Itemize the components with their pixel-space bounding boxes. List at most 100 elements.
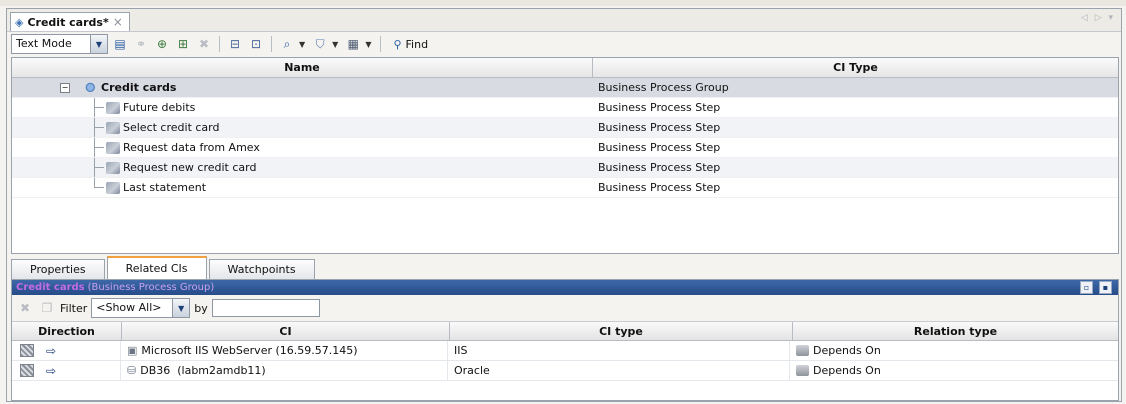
tree-connector xyxy=(94,127,104,128)
tab-related-cis[interactable]: Related CIs xyxy=(106,256,207,279)
tree-row[interactable]: Future debits Business Process Step xyxy=(12,98,1118,118)
tree-row[interactable]: Request data from Amex Business Process … xyxy=(12,138,1118,158)
editor-tab-credit-cards[interactable]: ◈ Credit cards* × xyxy=(10,12,130,31)
column-header-ci-type[interactable]: CI Type xyxy=(593,58,1118,77)
direction-node-icon xyxy=(20,364,34,377)
related-row[interactable]: ⇨ ▣ Microsoft IIS WebServer (16.59.57.145… xyxy=(12,341,1118,361)
filter-icon[interactable]: ⛉ xyxy=(311,35,329,53)
filter-label: Filter xyxy=(60,301,88,315)
tree-row-name: Credit cards xyxy=(101,81,177,94)
business-process-step-icon xyxy=(106,121,120,134)
filter-bar: ✖ ❐ Filter <Show All> ▼ by xyxy=(12,295,1118,322)
mode-select[interactable]: Text Mode ▼ xyxy=(11,34,108,54)
tree-row-type: Business Process Step xyxy=(598,181,721,194)
delete-icon[interactable]: ✖ xyxy=(16,299,34,317)
ci-tree-table: Name CI Type − Credit cards Business Pro… xyxy=(11,57,1119,254)
magnifier-icon: ⚲ xyxy=(393,37,402,51)
by-label: by xyxy=(194,301,208,315)
column-header-direction[interactable]: Direction xyxy=(12,322,122,340)
tree-row-type: Business Process Step xyxy=(598,121,721,134)
toolbar-separator xyxy=(219,36,220,52)
related-cis-panel: Credit cards (Business Process Group) ▫ … xyxy=(11,279,1119,401)
business-process-group-icon xyxy=(84,81,98,94)
filter-select[interactable]: <Show All> ▼ xyxy=(91,298,191,318)
properties-icon[interactable]: ▤ xyxy=(111,35,129,53)
tree-expand-icon[interactable]: ⊟ xyxy=(226,35,244,53)
editor-toolbar: Text Mode ▼ ▤ ⚭ ⊕ ⊞ ✖ ⊟ ⊡ ⌕ ▼ ⛉ ▼ ▦ ▼ ⚲ … xyxy=(7,33,1121,55)
relation-type: Depends On xyxy=(813,344,881,357)
tree-row[interactable]: Last statement Business Process Step xyxy=(12,178,1118,198)
window-top-strip xyxy=(0,0,1126,6)
find-label: Find xyxy=(405,37,429,51)
tab-watchpoints[interactable]: Watchpoints xyxy=(208,259,315,279)
context-ci-name: Credit cards xyxy=(16,282,85,293)
tree-row-name: Future debits xyxy=(123,101,196,114)
chevron-down-icon[interactable]: ▼ xyxy=(365,40,371,49)
arrow-right-icon: ⇨ xyxy=(46,363,57,378)
toolbar-separator xyxy=(271,36,272,52)
direction-node-icon xyxy=(20,344,34,357)
add-ci-icon[interactable]: ⊕ xyxy=(153,35,171,53)
tab-properties[interactable]: Properties xyxy=(11,259,105,279)
business-process-step-icon xyxy=(106,181,120,194)
business-process-step-icon xyxy=(106,101,120,114)
bpg-icon: ◈ xyxy=(15,15,24,29)
chevron-down-icon[interactable]: ▼ xyxy=(90,35,107,53)
chevron-down-icon[interactable]: ▼ xyxy=(299,40,305,49)
database-icon: ⛁ xyxy=(127,364,137,377)
tree-connector xyxy=(94,167,104,168)
link-icon[interactable]: ⚭ xyxy=(132,35,150,53)
collapse-icon[interactable]: − xyxy=(60,83,70,93)
related-ci-name: DB36 (labm2amdb11) xyxy=(140,364,266,377)
tree-row[interactable]: Request new credit card Business Process… xyxy=(12,158,1118,178)
tree-connector xyxy=(94,187,104,188)
restore-icon[interactable]: ▫ xyxy=(1080,281,1093,294)
add-related-icon[interactable]: ⊞ xyxy=(174,35,192,53)
column-header-ci-type[interactable]: CI type xyxy=(450,322,793,340)
pin-icon[interactable]: ▪ xyxy=(1099,281,1112,294)
column-header-ci[interactable]: CI xyxy=(122,322,450,340)
tree-header: Name CI Type xyxy=(12,58,1118,78)
context-bar: Credit cards (Business Process Group) ▫ … xyxy=(12,280,1118,295)
related-ci-type: Oracle xyxy=(448,361,790,380)
tab-nav-arrows-icon[interactable]: ◁ ▷ ▾ xyxy=(1081,13,1115,23)
depends-on-icon xyxy=(796,345,809,356)
chevron-down-icon[interactable]: ▼ xyxy=(332,40,338,49)
tree-row-root[interactable]: − Credit cards Business Process Group xyxy=(12,78,1118,98)
tree-row-type: Business Process Step xyxy=(598,161,721,174)
tree-row-name: Last statement xyxy=(123,181,207,194)
column-header-relation-type[interactable]: Relation type xyxy=(793,322,1118,340)
tree-collapse-icon[interactable]: ⊡ xyxy=(247,35,265,53)
related-row[interactable]: ⇨ ⛁ DB36 (labm2amdb11) Oracle Depends On xyxy=(12,361,1118,381)
tree-row-type: Business Process Group xyxy=(598,81,729,94)
column-header-name[interactable]: Name xyxy=(12,58,593,77)
relation-type: Depends On xyxy=(813,364,881,377)
related-ci-name: Microsoft IIS WebServer (16.59.57.145) xyxy=(141,344,358,357)
tree-row[interactable]: Select credit card Business Process Step xyxy=(12,118,1118,138)
tree-connector xyxy=(94,107,104,108)
search-icon[interactable]: ⌕ xyxy=(278,35,296,53)
tree-connector xyxy=(94,147,104,148)
tree-row-name: Request data from Amex xyxy=(123,141,260,154)
business-process-step-icon xyxy=(106,141,120,154)
layout-icon[interactable]: ▦ xyxy=(344,35,362,53)
iis-server-icon: ▣ xyxy=(127,344,138,357)
editor-tab-title: Credit cards* xyxy=(27,15,109,29)
context-ci-type: (Business Process Group) xyxy=(87,282,215,293)
delete-icon[interactable]: ✖ xyxy=(195,35,213,53)
filter-by-input[interactable] xyxy=(211,299,320,317)
chevron-down-icon[interactable]: ▼ xyxy=(172,299,190,317)
tree-row-name: Select credit card xyxy=(123,121,220,134)
depends-on-icon xyxy=(796,365,809,376)
lower-tab-strip: Properties Related CIs Watchpoints xyxy=(11,256,315,279)
filter-select-value: <Show All> xyxy=(96,301,162,314)
close-icon[interactable]: × xyxy=(113,15,123,29)
copy-icon[interactable]: ❐ xyxy=(38,299,56,317)
editor-tab-row: ◈ Credit cards* × ◁ ▷ ▾ xyxy=(7,9,1121,32)
business-process-step-icon xyxy=(106,161,120,174)
ci-editor-panel: ◈ Credit cards* × ◁ ▷ ▾ Text Mode ▼ ▤ ⚭ … xyxy=(6,8,1122,402)
find-button[interactable]: ⚲ Find xyxy=(387,38,434,51)
related-ci-type: IIS xyxy=(448,341,790,360)
tree-row-type: Business Process Step xyxy=(598,101,721,114)
related-table-header: Direction CI CI type Relation type xyxy=(12,322,1118,341)
